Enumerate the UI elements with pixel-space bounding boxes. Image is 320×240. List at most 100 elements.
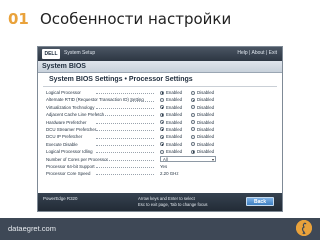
dotted-leader — [96, 122, 154, 124]
radio-empty-icon[interactable] — [191, 142, 195, 147]
dotted-leader — [104, 159, 154, 161]
topbar-title: System Setup — [64, 50, 96, 56]
key-hint-line-2: Esc to exit page, Tab to change focus — [138, 201, 208, 207]
radio-label: Disabled — [197, 112, 215, 118]
setting-row-logical-processor: Logical Processor Enabled Disabled — [38, 89, 282, 96]
setting-row-adjacent-cache: Adjacent Cache Line Prefetch Enabled Dis… — [38, 111, 282, 118]
footer-site[interactable]: dataegret.com — [8, 224, 56, 233]
radio-selected-icon[interactable] — [160, 90, 164, 95]
radio-label: Enabled — [166, 112, 183, 118]
radio-selected-icon[interactable] — [160, 134, 164, 139]
bios-band: System BIOS — [38, 61, 282, 73]
dotted-leader — [96, 152, 154, 154]
model-name: PowerEdge R320 — [43, 196, 78, 201]
radio-label: Disabled — [197, 119, 215, 125]
setting-row-cores: Number of Cores per Processor All ▾ — [38, 156, 282, 163]
cores-select[interactable]: All ▾ — [160, 156, 216, 163]
radio-disabled[interactable]: Disabled — [191, 142, 214, 147]
radio-enabled[interactable]: Enabled — [160, 142, 182, 147]
radio-enabled[interactable]: Enabled — [160, 134, 182, 139]
back-button[interactable]: Back — [246, 197, 274, 206]
radio-label: Disabled — [197, 141, 215, 147]
bios-window: DELL System Setup Help | About | Exit Sy… — [37, 46, 283, 212]
slide-header: 01 Особенности настройки — [0, 0, 320, 36]
slide-number: 01 — [8, 10, 29, 28]
setting-row-logical-idling: Logical Processor Idling Enabled Disable… — [38, 148, 282, 155]
band-title: System BIOS — [42, 63, 86, 70]
setting-row-hw-prefetcher: Hardware Prefetcher Enabled Disabled — [38, 119, 282, 126]
radio-disabled[interactable]: Disabled — [191, 149, 214, 154]
dotted-leader — [96, 130, 154, 132]
setting-label: Number of Cores per Processor — [46, 156, 108, 162]
egret-logo-icon — [296, 220, 312, 236]
radio-label: Disabled — [197, 90, 215, 95]
dotted-leader — [96, 174, 154, 176]
setting-row-64bit: Processor 64-bit Support Yes — [38, 163, 282, 170]
dotted-leader — [100, 115, 154, 117]
radio-enabled[interactable]: Enabled — [160, 105, 182, 110]
radio-enabled[interactable]: Enabled — [160, 97, 182, 102]
radio-enabled[interactable]: Enabled — [160, 120, 182, 125]
dotted-leader — [96, 107, 154, 109]
radio-empty-icon[interactable] — [191, 105, 195, 110]
egret-icon — [296, 220, 312, 236]
slide-title: Особенности настройки — [40, 10, 232, 28]
radio-disabled[interactable]: Disabled — [191, 112, 214, 117]
dotted-leader — [96, 137, 154, 139]
radio-enabled[interactable]: Enabled — [160, 127, 182, 132]
select-value: All — [163, 157, 168, 163]
setting-label: Adjacent Cache Line Prefetch — [46, 112, 105, 118]
bios-footer: PowerEdge R320 Arrow keys and Enter to s… — [38, 193, 282, 211]
radio-empty-icon[interactable] — [191, 127, 195, 132]
radio-empty-icon[interactable] — [191, 134, 195, 139]
readonly-value: 2.20 GHz — [160, 171, 179, 177]
radio-label: Enabled — [166, 126, 183, 132]
settings-list: Logical Processor Enabled Disabled Alter… — [38, 87, 282, 178]
radio-label: Enabled — [166, 119, 183, 125]
radio-disabled[interactable]: Disabled — [191, 134, 214, 139]
radio-selected-icon[interactable] — [160, 120, 164, 125]
setting-label: Logical Processor Idling — [46, 149, 93, 155]
radio-label: Enabled — [166, 141, 183, 147]
radio-enabled[interactable]: Enabled — [160, 90, 182, 95]
radio-empty-icon[interactable] — [191, 120, 195, 125]
radio-label: Disabled — [197, 126, 215, 132]
radio-label: Enabled — [166, 97, 183, 103]
radio-empty-icon[interactable] — [191, 112, 195, 117]
bios-topbar: DELL System Setup Help | About | Exit — [38, 47, 282, 61]
radio-disabled[interactable]: Disabled — [191, 90, 214, 95]
radio-label: Disabled — [197, 97, 215, 103]
radio-enabled[interactable]: Enabled — [160, 112, 182, 117]
radio-disabled[interactable]: Disabled — [191, 105, 214, 110]
radio-disabled[interactable]: Disabled — [191, 97, 214, 102]
slide-footer: dataegret.com — [0, 218, 320, 240]
radio-selected-icon[interactable] — [160, 127, 164, 132]
radio-label: Enabled — [166, 149, 183, 155]
key-hint-line-1: Arrow keys and Enter to select — [138, 196, 195, 201]
radio-selected-icon[interactable] — [191, 149, 195, 154]
radio-disabled[interactable]: Disabled — [191, 120, 214, 125]
dotted-leader — [96, 93, 154, 95]
radio-selected-icon[interactable] — [160, 142, 164, 147]
radio-empty-icon[interactable] — [160, 149, 164, 154]
setting-label: Virtualization Technology — [46, 104, 95, 110]
radio-empty-icon[interactable] — [191, 90, 195, 95]
setting-label: Processor Core Speed — [46, 171, 91, 177]
radio-empty-icon[interactable] — [160, 97, 164, 102]
dotted-leader — [96, 144, 154, 146]
dotted-leader — [96, 167, 154, 169]
dotted-leader — [130, 100, 154, 102]
key-hint: Arrow keys and Enter to select Esc to ex… — [138, 196, 208, 207]
radio-enabled[interactable]: Enabled — [160, 149, 182, 154]
radio-selected-icon[interactable] — [191, 97, 195, 102]
dell-logo: DELL — [42, 49, 60, 59]
topbar-links[interactable]: Help | About | Exit — [237, 50, 277, 56]
setting-row-dcu-streamer: DCU Streamer Prefetcher Enabled Disabled — [38, 126, 282, 133]
radio-disabled[interactable]: Disabled — [191, 127, 214, 132]
setting-row-alternate-rtid: Alternate RTID (Requestor Transaction ID… — [38, 96, 282, 103]
setting-label: DCU Streamer Prefetcher — [46, 126, 97, 132]
setting-label: Logical Processor — [46, 90, 81, 95]
radio-selected-icon[interactable] — [160, 112, 164, 117]
chevron-down-icon[interactable]: ▾ — [212, 157, 214, 162]
radio-selected-icon[interactable] — [160, 105, 164, 110]
